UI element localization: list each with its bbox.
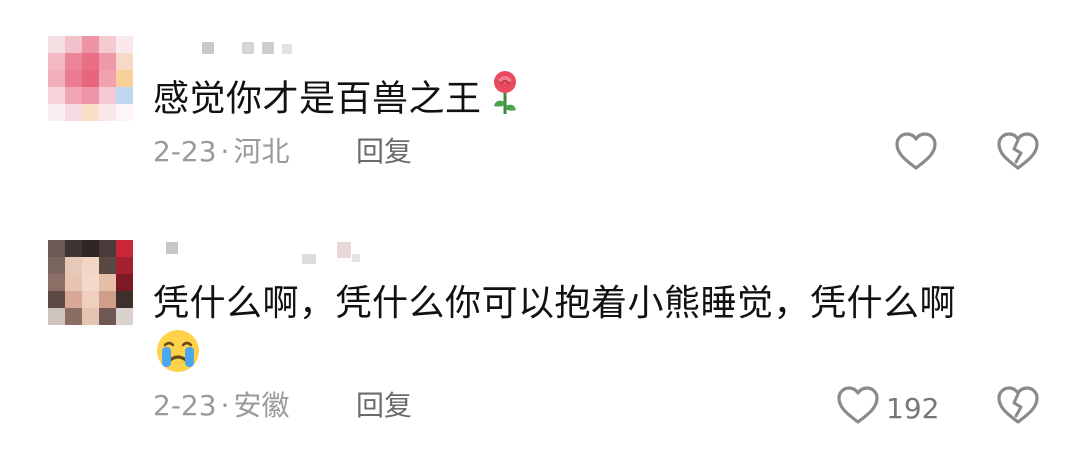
avatar[interactable] (48, 240, 134, 326)
like-button[interactable] (894, 132, 944, 176)
dislike-button[interactable] (996, 386, 1040, 430)
comment-location: 河北 (233, 135, 290, 168)
comment-meta: 2-23 · 安徽 (153, 388, 289, 424)
meta-separator: · (220, 135, 230, 168)
comment-text-content: 凭什么啊，凭什么你可以抱着小熊睡觉，凭什么啊 (153, 283, 957, 324)
heart-outline-icon (894, 132, 938, 176)
broken-heart-icon (996, 386, 1040, 430)
comment-item: 凭什么啊，凭什么你可以抱着小熊睡觉，凭什么啊 2-23 · 安徽 回复 192 (0, 220, 1080, 456)
comment-item: 感觉你才是百兽之王 2-23 · 河北 回复 (0, 0, 1080, 220)
heart-outline-icon (836, 386, 880, 430)
comment-meta: 2-23 · 河北 (153, 134, 289, 170)
username[interactable] (162, 40, 322, 54)
reply-button[interactable]: 回复 (356, 134, 412, 170)
meta-separator: · (220, 389, 230, 422)
comment-text: 凭什么啊，凭什么你可以抱着小熊睡觉，凭什么啊 (153, 278, 956, 330)
rose-emoji (488, 70, 522, 131)
like-count: 192 (886, 391, 940, 425)
username[interactable] (162, 242, 362, 264)
comment-date: 2-23 (153, 135, 217, 168)
avatar[interactable] (48, 36, 134, 122)
broken-heart-icon (996, 132, 1040, 176)
comment-text: 感觉你才是百兽之王 (153, 70, 522, 131)
crying-face-emoji (153, 328, 203, 378)
dislike-button[interactable] (996, 132, 1040, 176)
comment-text-content: 感觉你才是百兽之王 (153, 78, 482, 120)
comment-location: 安徽 (233, 389, 290, 422)
like-button[interactable]: 192 (836, 386, 939, 430)
comment-date: 2-23 (153, 389, 217, 422)
reply-button[interactable]: 回复 (356, 388, 412, 424)
